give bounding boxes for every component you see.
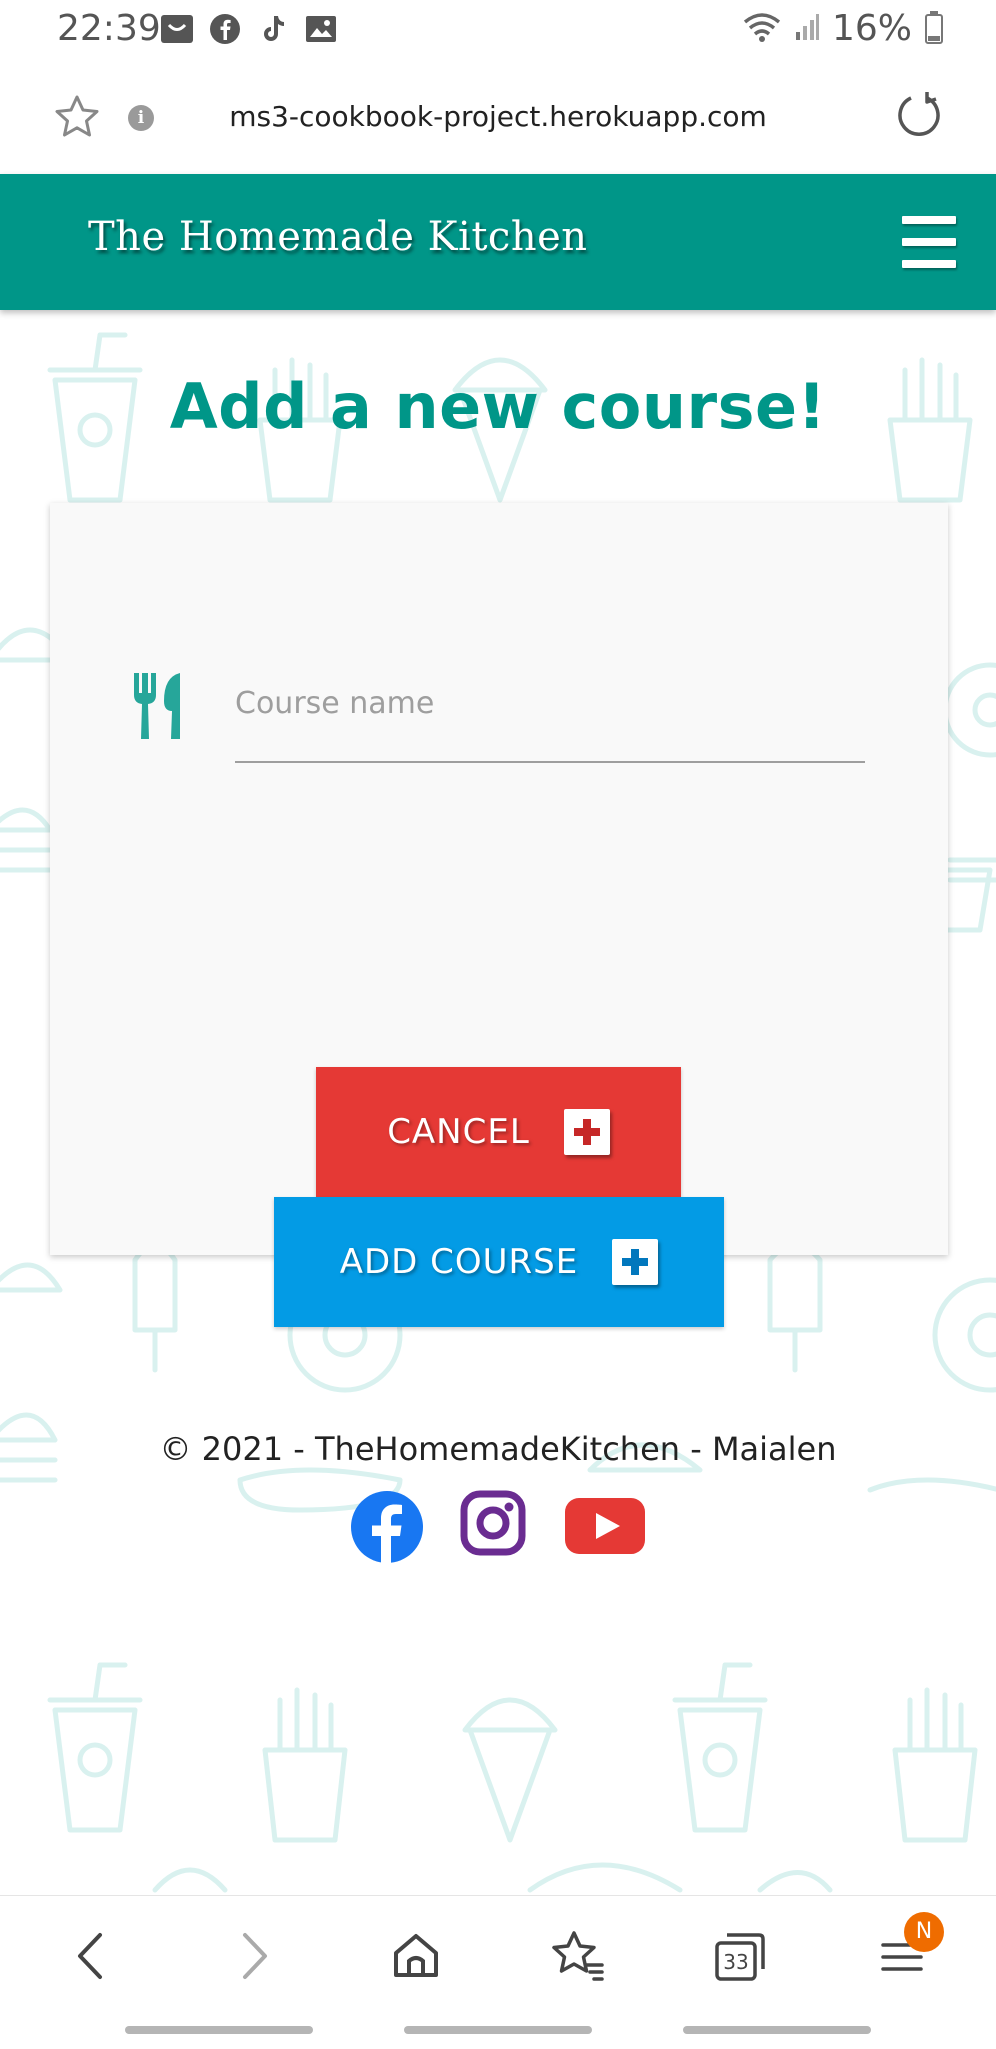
- menu-bar: [902, 216, 956, 224]
- status-time: 22:39: [57, 8, 161, 49]
- footer-copyright: © 2021 - TheHomemadeKitchen - Maialen: [159, 1430, 837, 1468]
- menu-bar: [902, 260, 956, 268]
- browser-url-bar: i ms3-cookbook-project.herokuapp.com: [0, 62, 996, 174]
- social-links: [0, 1490, 996, 1570]
- wifi-icon: [742, 10, 782, 48]
- cancel-plus-icon: [563, 1109, 610, 1155]
- battery-icon: [924, 10, 944, 48]
- menu-badge: N: [904, 1912, 944, 1952]
- site-navbar: The Homemade Kitchen: [0, 174, 996, 310]
- add-course-button-label: ADD COURSE: [339, 1242, 579, 1282]
- cancel-button-label: CANCEL: [387, 1112, 530, 1152]
- battery-text: 16%: [831, 8, 912, 49]
- add-course-form: CANCEL ADD COURSE: [50, 503, 948, 1327]
- tiktok-icon: [256, 12, 290, 46]
- main-content: Add a new course! CANCEL ADD COURSE © 20…: [0, 310, 996, 1895]
- status-bar: 22:39 16%: [0, 0, 996, 62]
- hamburger-menu-icon[interactable]: [902, 216, 956, 268]
- forward-icon[interactable]: [225, 1926, 285, 1986]
- menu-bar: [902, 238, 956, 246]
- add-course-button[interactable]: ADD COURSE: [274, 1197, 724, 1327]
- menu-icon[interactable]: N: [872, 1912, 944, 1986]
- gesture-bar: [125, 2026, 313, 2034]
- signal-icon: [794, 12, 820, 46]
- add-plus-icon: [612, 1239, 659, 1285]
- course-name-field: [235, 653, 865, 763]
- tab-count: 33: [723, 1950, 748, 1974]
- utensils-icon: [132, 671, 190, 741]
- brand-logo[interactable]: The Homemade Kitchen: [88, 214, 588, 260]
- bookmarks-icon[interactable]: [548, 1926, 608, 1986]
- page-title: Add a new course!: [169, 370, 827, 443]
- instagram-icon[interactable]: [460, 1490, 526, 1562]
- reload-icon[interactable]: [894, 90, 944, 140]
- facebook-icon[interactable]: [350, 1490, 424, 1564]
- cancel-button[interactable]: CANCEL: [316, 1067, 681, 1197]
- gallery-icon: [304, 12, 338, 46]
- shop-icon: [160, 12, 194, 46]
- browser-bottom-nav: 33 N: [0, 1895, 996, 2049]
- tabs-icon[interactable]: 33: [710, 1926, 770, 1986]
- back-icon[interactable]: [60, 1926, 120, 1986]
- course-name-input[interactable]: [235, 673, 865, 733]
- system-status: 16%: [742, 8, 944, 49]
- gesture-bar: [404, 2026, 592, 2034]
- address-bar[interactable]: ms3-cookbook-project.herokuapp.com: [0, 100, 996, 133]
- home-icon[interactable]: [386, 1926, 446, 1986]
- facebook-icon: [208, 12, 242, 46]
- notification-icons: [160, 12, 338, 46]
- youtube-icon[interactable]: [565, 1498, 645, 1570]
- gesture-bar: [683, 2026, 871, 2034]
